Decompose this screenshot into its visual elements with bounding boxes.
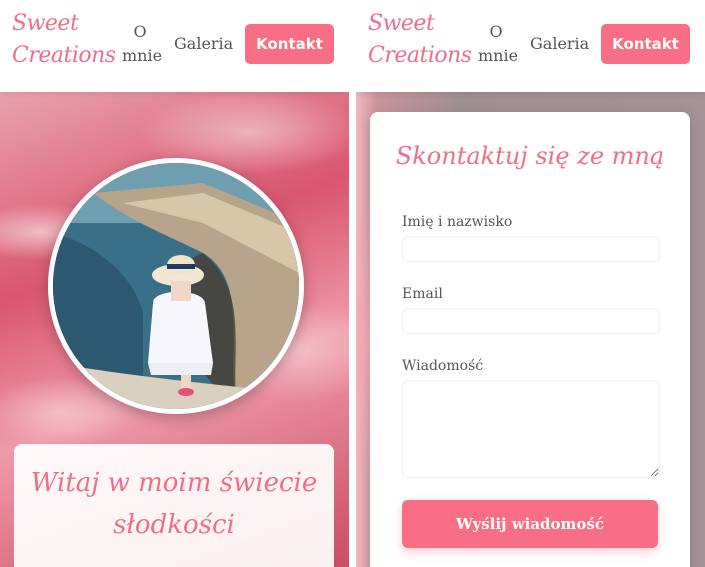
profile-photo-image [53,163,299,409]
contact-page-panel: Sweet Creations O mnie Galeria Kontakt S… [356,0,705,567]
panel-divider [349,0,356,567]
welcome-title: Witaj w moim świecie słodkości [14,462,334,546]
email-label: Email [402,286,443,302]
message-textarea[interactable] [402,380,660,478]
submit-button[interactable]: Wyślij wiadomość [402,500,658,548]
nav-about-line-2: mnie [122,46,163,65]
navbar: Sweet Creations O mnie Galeria Kontakt [0,0,349,92]
message-label: Wiadomość [402,358,484,374]
profile-photo [48,158,304,414]
welcome-title-line-1: Witaj w moim świecie [30,468,318,498]
home-page-panel: Sweet Creations O mnie Galeria Kontakt W… [0,0,349,567]
brand-line-1: Sweet [368,11,435,36]
brand-line-2: Creations [368,43,472,68]
nav-about-line-2: mnie [478,46,519,65]
brand-logo[interactable]: Sweet Creations [12,8,116,72]
contact-form-card: Skontaktuj się ze mną Imię i nazwisko Em… [370,112,690,567]
nav-about-link[interactable]: O mnie [478,20,519,68]
brand-line-1: Sweet [12,11,79,36]
name-label: Imię i nazwisko [402,214,513,230]
contact-form-title: Skontaktuj się ze mną [395,142,665,170]
welcome-title-line-2: słodkości [113,510,235,540]
brand-line-2: Creations [12,43,116,68]
nav-gallery-link[interactable]: Galeria [530,32,589,56]
welcome-card: Witaj w moim świecie słodkości [14,444,334,567]
navbar: Sweet Creations O mnie Galeria Kontakt [356,0,705,92]
nav-contact-button[interactable]: Kontakt [245,24,334,64]
nav-about-link[interactable]: O mnie [122,20,163,68]
nav-about-line-1: O [133,22,147,41]
name-input[interactable] [402,236,660,262]
email-input[interactable] [402,308,660,334]
nav-about-line-1: O [489,22,503,41]
nav-gallery-link[interactable]: Galeria [174,32,233,56]
nav-contact-button[interactable]: Kontakt [601,24,690,64]
brand-logo[interactable]: Sweet Creations [368,8,472,72]
